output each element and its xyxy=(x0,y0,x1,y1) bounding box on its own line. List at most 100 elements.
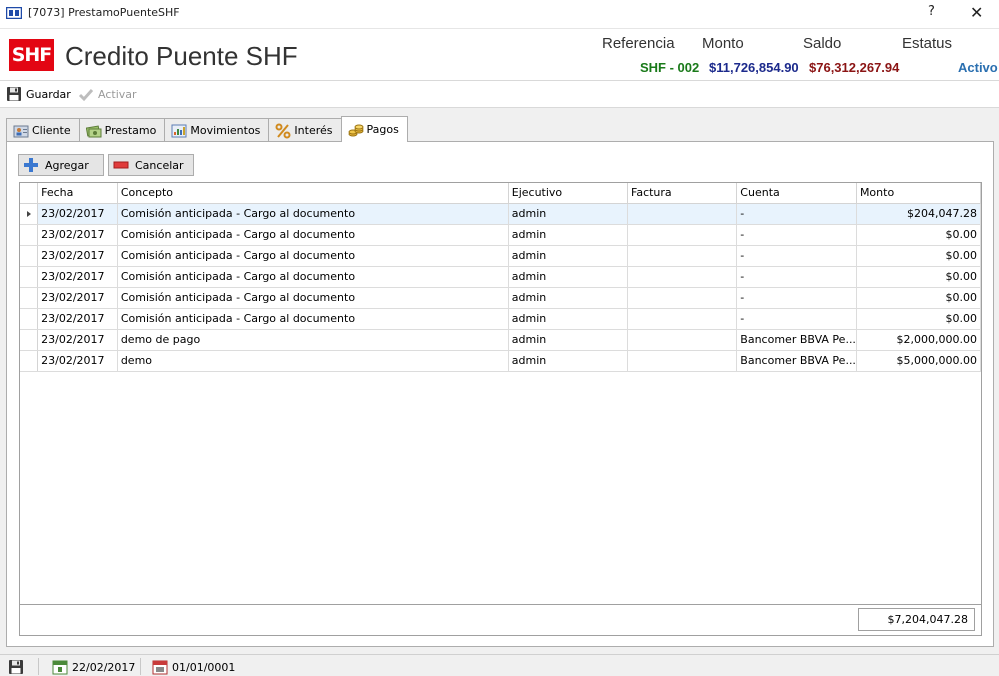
payments-grid: Fecha Concepto Ejecutivo Factura Cuenta … xyxy=(19,182,982,636)
header: SHF Credito Puente SHF Referencia Monto … xyxy=(0,28,999,80)
cell-factura[interactable] xyxy=(627,203,738,225)
tab-label: Prestamo xyxy=(104,124,157,137)
cell-monto[interactable]: $0.00 xyxy=(856,266,982,288)
cell-fecha[interactable]: 23/02/2017 xyxy=(37,266,118,288)
tab-cliente[interactable]: Cliente xyxy=(6,118,80,142)
cancel-button[interactable]: Cancelar xyxy=(108,154,194,176)
cell-concepto[interactable]: Comisión anticipada - Cargo al documento xyxy=(117,266,509,288)
table-row[interactable]: 23/02/2017 Comisión anticipada - Cargo a… xyxy=(20,266,982,288)
cell-monto[interactable]: $204,047.28 xyxy=(856,203,982,225)
referencia-label: Referencia xyxy=(602,35,675,52)
tab-label: Interés xyxy=(294,124,333,137)
row-selector[interactable] xyxy=(20,224,39,246)
cell-concepto[interactable]: Comisión anticipada - Cargo al documento xyxy=(117,308,509,330)
row-selector[interactable] xyxy=(20,308,39,330)
table-row[interactable]: 23/02/2017 Comisión anticipada - Cargo a… xyxy=(20,245,982,267)
cell-ejecutivo[interactable]: admin xyxy=(508,308,629,330)
table-row[interactable]: 23/02/2017 Comisión anticipada - Cargo a… xyxy=(20,308,982,330)
cell-cuenta[interactable]: Bancomer BBVA Pe... xyxy=(736,329,857,351)
column-header-factura[interactable]: Factura xyxy=(627,183,738,204)
cell-ejecutivo[interactable]: admin xyxy=(508,203,629,225)
tab-interes[interactable]: Interés xyxy=(268,118,342,142)
cell-fecha[interactable]: 23/02/2017 xyxy=(37,329,118,351)
tab-prestamo[interactable]: Prestamo xyxy=(78,118,166,142)
cell-factura[interactable] xyxy=(627,308,738,330)
row-selector[interactable] xyxy=(20,329,39,351)
floppy-disk-icon xyxy=(7,87,21,101)
total-monto: $7,204,047.28 xyxy=(858,608,975,631)
tab-pagos[interactable]: Pagos xyxy=(340,116,408,142)
plus-icon xyxy=(24,158,38,172)
cell-concepto[interactable]: demo de pago xyxy=(117,329,509,351)
cell-cuenta[interactable]: - xyxy=(736,266,857,288)
table-row[interactable]: 23/02/2017 Comisión anticipada - Cargo a… xyxy=(20,224,982,246)
cell-concepto[interactable]: Comisión anticipada - Cargo al documento xyxy=(117,245,509,267)
cell-fecha[interactable]: 23/02/2017 xyxy=(37,245,118,267)
cell-monto[interactable]: $0.00 xyxy=(856,224,982,246)
cell-monto[interactable]: $5,000,000.00 xyxy=(856,350,982,372)
column-header-monto[interactable]: Monto xyxy=(856,183,982,204)
monto-label: Monto xyxy=(702,35,744,52)
cell-ejecutivo[interactable]: admin xyxy=(508,266,629,288)
row-selector[interactable] xyxy=(20,287,39,309)
cell-factura[interactable] xyxy=(627,266,738,288)
cell-ejecutivo[interactable]: admin xyxy=(508,329,629,351)
table-row[interactable]: 23/02/2017 Comisión anticipada - Cargo a… xyxy=(20,287,982,309)
column-header-fecha[interactable]: Fecha xyxy=(37,183,118,204)
cell-ejecutivo[interactable]: admin xyxy=(508,287,629,309)
cell-fecha[interactable]: 23/02/2017 xyxy=(37,350,118,372)
cell-fecha[interactable]: 23/02/2017 xyxy=(37,224,118,246)
cell-cuenta[interactable]: - xyxy=(736,287,857,309)
cell-concepto[interactable]: Comisión anticipada - Cargo al documento xyxy=(117,203,509,225)
row-selector[interactable] xyxy=(20,266,39,288)
cell-factura[interactable] xyxy=(627,224,738,246)
content-area: Cliente Prestamo Movimientos Interés Pag… xyxy=(0,108,999,654)
tab-strip: Cliente Prestamo Movimientos Interés Pag… xyxy=(6,116,408,142)
checkmark-icon xyxy=(78,89,94,102)
cell-cuenta[interactable]: Bancomer BBVA Pe... xyxy=(736,350,857,372)
add-button[interactable]: Agregar xyxy=(18,154,104,176)
cell-concepto[interactable]: Comisión anticipada - Cargo al documento xyxy=(117,224,509,246)
cell-fecha[interactable]: 23/02/2017 xyxy=(37,308,118,330)
cell-factura[interactable] xyxy=(627,245,738,267)
percent-icon xyxy=(275,123,291,138)
column-header-concepto[interactable]: Concepto xyxy=(117,183,509,204)
table-row[interactable]: 23/02/2017 demo admin Bancomer BBVA Pe..… xyxy=(20,350,982,372)
column-header-ejecutivo[interactable]: Ejecutivo xyxy=(508,183,629,204)
cell-cuenta[interactable]: - xyxy=(736,245,857,267)
cell-monto[interactable]: $0.00 xyxy=(856,287,982,309)
movements-icon xyxy=(171,124,187,137)
status-save-button[interactable] xyxy=(8,659,24,675)
status-current-date: 22/02/2017 xyxy=(52,659,135,675)
toolbar: Guardar Activar xyxy=(0,80,999,108)
column-header-cuenta[interactable]: Cuenta xyxy=(736,183,857,204)
cell-monto[interactable]: $0.00 xyxy=(856,245,982,267)
help-button[interactable]: ? xyxy=(928,4,935,19)
save-button[interactable]: Guardar xyxy=(6,86,71,102)
cell-monto[interactable]: $2,000,000.00 xyxy=(856,329,982,351)
table-row[interactable]: 23/02/2017 Comisión anticipada - Cargo a… xyxy=(20,203,982,225)
table-row[interactable]: 23/02/2017 demo de pago admin Bancomer B… xyxy=(20,329,982,351)
cell-cuenta[interactable]: - xyxy=(736,224,857,246)
cell-concepto[interactable]: Comisión anticipada - Cargo al documento xyxy=(117,287,509,309)
cell-ejecutivo[interactable]: admin xyxy=(508,245,629,267)
activate-button[interactable]: Activar xyxy=(78,86,137,102)
cell-ejecutivo[interactable]: admin xyxy=(508,350,629,372)
title-bar: [7073] PrestamoPuenteSHF ? ✕ xyxy=(0,0,999,28)
cell-ejecutivo[interactable]: admin xyxy=(508,224,629,246)
cell-cuenta[interactable]: - xyxy=(736,203,857,225)
cell-cuenta[interactable]: - xyxy=(736,308,857,330)
close-button[interactable]: ✕ xyxy=(970,3,983,22)
cancel-label: Cancelar xyxy=(135,158,184,172)
tab-movimientos[interactable]: Movimientos xyxy=(164,118,270,142)
cell-factura[interactable] xyxy=(627,350,738,372)
row-selector[interactable] xyxy=(20,350,39,372)
cell-fecha[interactable]: 23/02/2017 xyxy=(37,287,118,309)
cell-monto[interactable]: $0.00 xyxy=(856,308,982,330)
cell-concepto[interactable]: demo xyxy=(117,350,509,372)
cell-fecha[interactable]: 23/02/2017 xyxy=(37,203,118,225)
row-selector[interactable] xyxy=(20,203,39,225)
cell-factura[interactable] xyxy=(627,329,738,351)
cell-factura[interactable] xyxy=(627,287,738,309)
row-selector[interactable] xyxy=(20,245,39,267)
